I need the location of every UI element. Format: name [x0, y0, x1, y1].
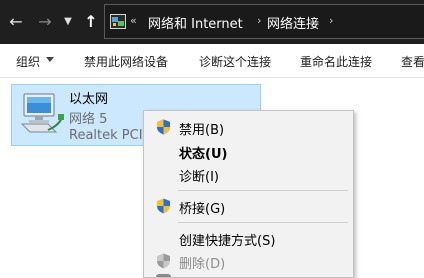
- menu-item-label: 状态(U): [179, 147, 228, 162]
- view-status-button[interactable]: 查看: [401, 53, 424, 70]
- menu-item-create-shortcut[interactable]: 创建快捷方式(S): [144, 227, 353, 249]
- menu-item-status[interactable]: 状态(U): [144, 140, 353, 162]
- uac-shield-icon: [157, 198, 170, 214]
- adapter-network: 网络 5: [69, 112, 108, 127]
- address-field[interactable]: « 网络和 Internet › 网络连接 ›: [104, 4, 424, 39]
- menu-item-label: 删除(D): [179, 257, 226, 272]
- breadcrumb-separator[interactable]: ›: [257, 14, 261, 27]
- menu-item-label: 桥接(G): [179, 202, 226, 217]
- partial-menu-icon: [156, 274, 171, 277]
- chevron-down-icon[interactable]: ▼: [60, 9, 76, 35]
- menu-item-label: 创建快捷方式(S): [179, 234, 276, 249]
- dropdown-arrow-icon[interactable]: [46, 57, 54, 62]
- uac-shield-icon: [157, 253, 170, 269]
- menu-separator: [178, 190, 348, 191]
- context-menu: 禁用(B) 状态(U) 诊断(I) 桥接(G) 创建快捷方式(S) 删除(D): [143, 110, 354, 278]
- diagnose-button[interactable]: 诊断这个连接: [199, 53, 271, 70]
- menu-item-label: 诊断(I): [179, 170, 219, 185]
- menu-item-disable[interactable]: 禁用(B): [144, 116, 353, 138]
- arrow-right-icon[interactable]: →: [34, 9, 56, 35]
- menu-separator: [178, 222, 348, 223]
- command-bar: 组织 禁用此网络设备 诊断这个连接 重命名此连接 查看: [0, 44, 424, 78]
- arrow-left-icon[interactable]: ←: [5, 9, 27, 35]
- address-bar: ← → ▼ ↑ « 网络和 Internet › 网络连接 ›: [0, 0, 424, 44]
- rename-button[interactable]: 重命名此连接: [300, 53, 372, 70]
- menu-item-bridge[interactable]: 桥接(G): [144, 195, 353, 217]
- menu-item-label: 禁用(B): [179, 123, 225, 138]
- breadcrumb-separator[interactable]: ›: [329, 14, 333, 27]
- menu-item-delete[interactable]: 删除(D): [144, 250, 353, 272]
- network-connections-icon: [110, 14, 126, 29]
- uac-shield-icon: [157, 119, 170, 135]
- adapter-name: 以太网: [69, 92, 109, 107]
- adapter-device: Realtek PCIe: [69, 128, 151, 143]
- organize-button[interactable]: 组织: [16, 53, 40, 70]
- breadcrumb-network-internet[interactable]: 网络和 Internet: [148, 13, 243, 32]
- menu-item-diagnose[interactable]: 诊断(I): [144, 163, 353, 185]
- breadcrumb-network-connections[interactable]: 网络连接: [267, 13, 319, 32]
- arrow-up-icon[interactable]: ↑: [80, 9, 102, 35]
- network-adapter-icon: [20, 93, 64, 133]
- overflow-chevron[interactable]: «: [130, 14, 137, 27]
- disable-device-button[interactable]: 禁用此网络设备: [84, 53, 168, 70]
